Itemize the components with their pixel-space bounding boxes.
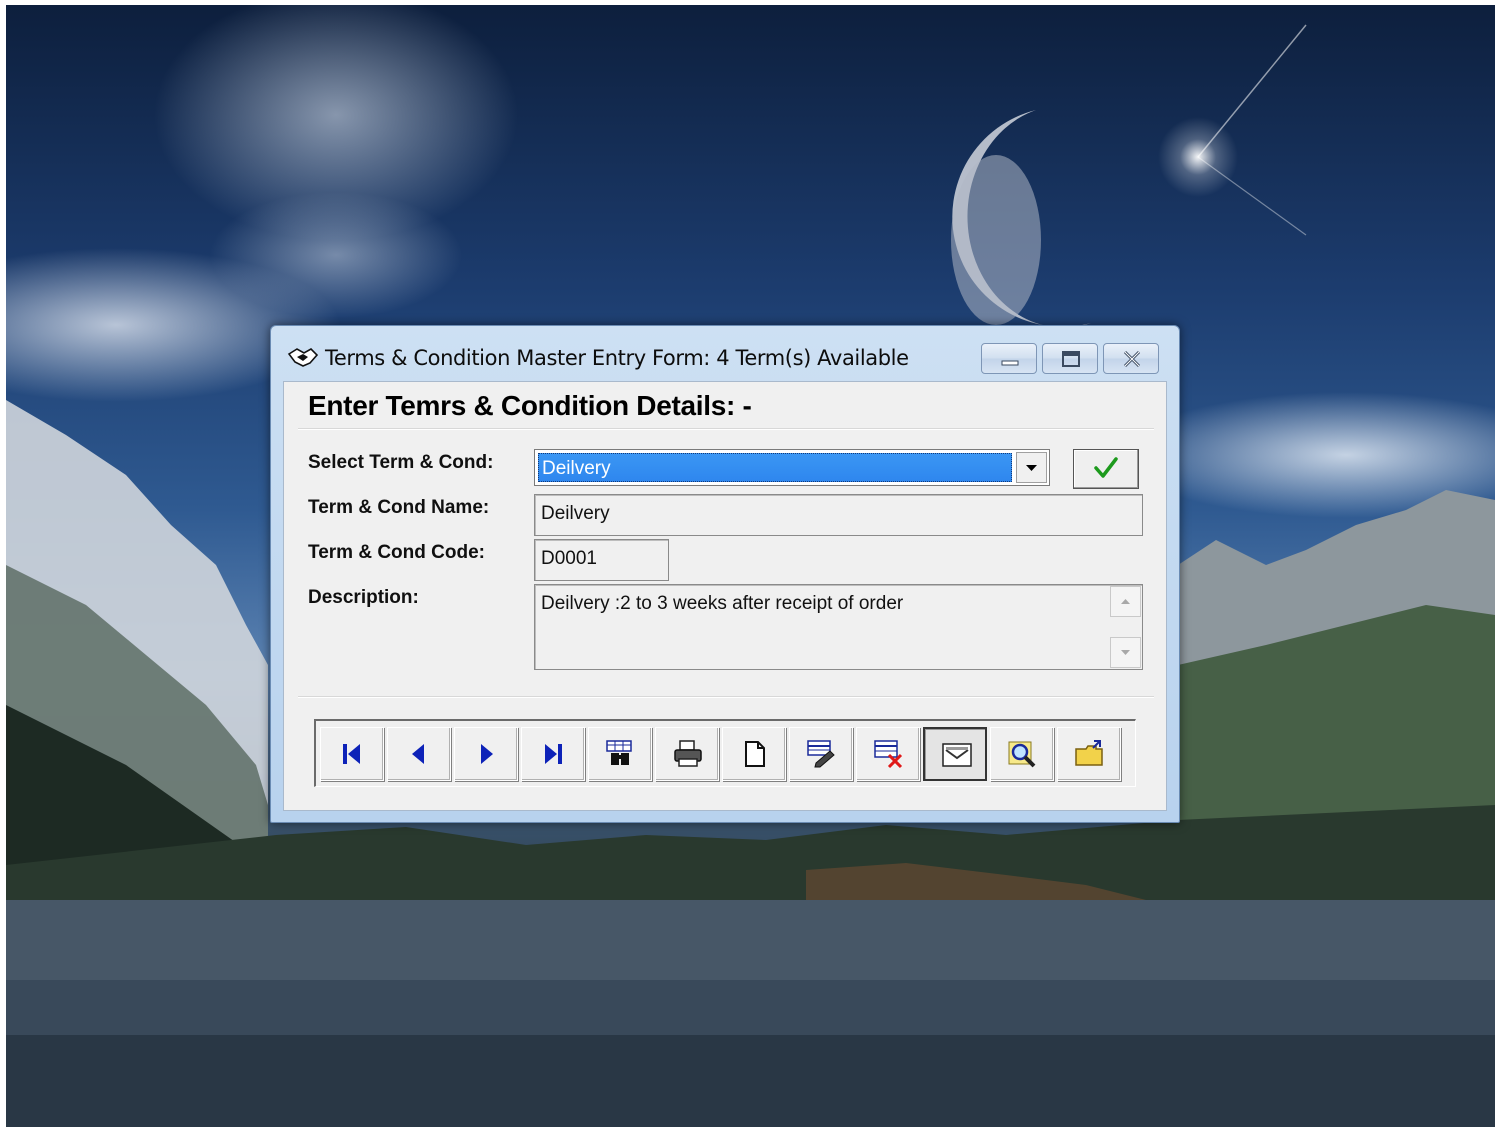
bottom-divider — [298, 696, 1154, 698]
last-record-icon — [545, 744, 562, 764]
minimize-icon — [1001, 360, 1019, 366]
term-name-field[interactable]: Deilvery — [534, 494, 1143, 536]
last-record-button[interactable] — [521, 727, 585, 781]
maximize-button[interactable] — [1042, 343, 1098, 374]
search-magnifier-icon — [1008, 741, 1036, 768]
edit-button[interactable] — [789, 727, 853, 781]
delete-button[interactable] — [856, 727, 920, 781]
first-record-icon — [343, 744, 360, 764]
next-record-button[interactable] — [454, 727, 518, 781]
exit-folder-icon — [1075, 740, 1103, 766]
find-button[interactable] — [588, 727, 652, 781]
combo-selected-text: Deilvery — [542, 458, 611, 479]
description-label: Description: — [308, 587, 419, 608]
scroll-down-button[interactable] — [1110, 637, 1141, 668]
form-heading: Enter Temrs & Condition Details: - — [308, 390, 752, 421]
combo-selected-item: Deilvery — [538, 453, 1012, 482]
chevron-down-icon — [1026, 465, 1037, 471]
handshake-icon — [287, 348, 319, 367]
close-icon — [1123, 350, 1141, 368]
previous-record-button[interactable] — [387, 727, 451, 781]
confirm-select-button[interactable] — [1073, 449, 1139, 489]
description-text: Deilvery :2 to 3 weeks after receipt of … — [541, 593, 904, 614]
find-binoculars-icon — [606, 740, 632, 765]
next-record-icon — [481, 744, 493, 764]
delete-record-icon — [874, 740, 903, 769]
first-record-button[interactable] — [320, 727, 384, 781]
search-button[interactable] — [990, 727, 1054, 781]
term-code-label: Term & Cond Code: — [308, 542, 485, 563]
new-button[interactable] — [722, 727, 786, 781]
window-title: Terms & Condition Master Entry Form: 4 T… — [325, 346, 909, 370]
checkmark-icon — [1094, 457, 1118, 478]
form-client-area: Enter Temrs & Condition Details: - Selec… — [283, 381, 1167, 811]
maximize-icon — [1062, 351, 1080, 367]
term-code-field[interactable]: D0001 — [534, 539, 669, 581]
previous-record-icon — [412, 744, 424, 764]
minimize-button[interactable] — [981, 343, 1037, 374]
title-bar[interactable]: Terms & Condition Master Entry Form: 4 T… — [271, 326, 1179, 386]
term-name-label: Term & Cond Name: — [308, 497, 490, 518]
scroll-down-icon — [1121, 650, 1130, 655]
save-button[interactable] — [923, 727, 987, 781]
top-divider — [298, 428, 1154, 430]
description-scrollbar[interactable] — [1110, 586, 1141, 668]
scroll-up-icon — [1121, 599, 1130, 604]
print-icon — [674, 740, 702, 767]
description-textarea[interactable]: Deilvery :2 to 3 weeks after receipt of … — [534, 584, 1143, 670]
exit-button[interactable] — [1057, 727, 1121, 781]
record-toolbar — [314, 719, 1136, 787]
combo-dropdown-button[interactable] — [1016, 452, 1047, 483]
edit-record-icon — [807, 740, 835, 768]
terms-condition-window: Terms & Condition Master Entry Form: 4 T… — [270, 325, 1180, 823]
save-record-icon — [942, 743, 972, 767]
close-button[interactable] — [1103, 343, 1159, 374]
print-button[interactable] — [655, 727, 719, 781]
select-term-label: Select Term & Cond: — [308, 452, 494, 473]
scroll-up-button[interactable] — [1110, 586, 1141, 617]
new-document-icon — [745, 741, 765, 767]
select-term-combobox[interactable]: Deilvery — [534, 449, 1050, 486]
